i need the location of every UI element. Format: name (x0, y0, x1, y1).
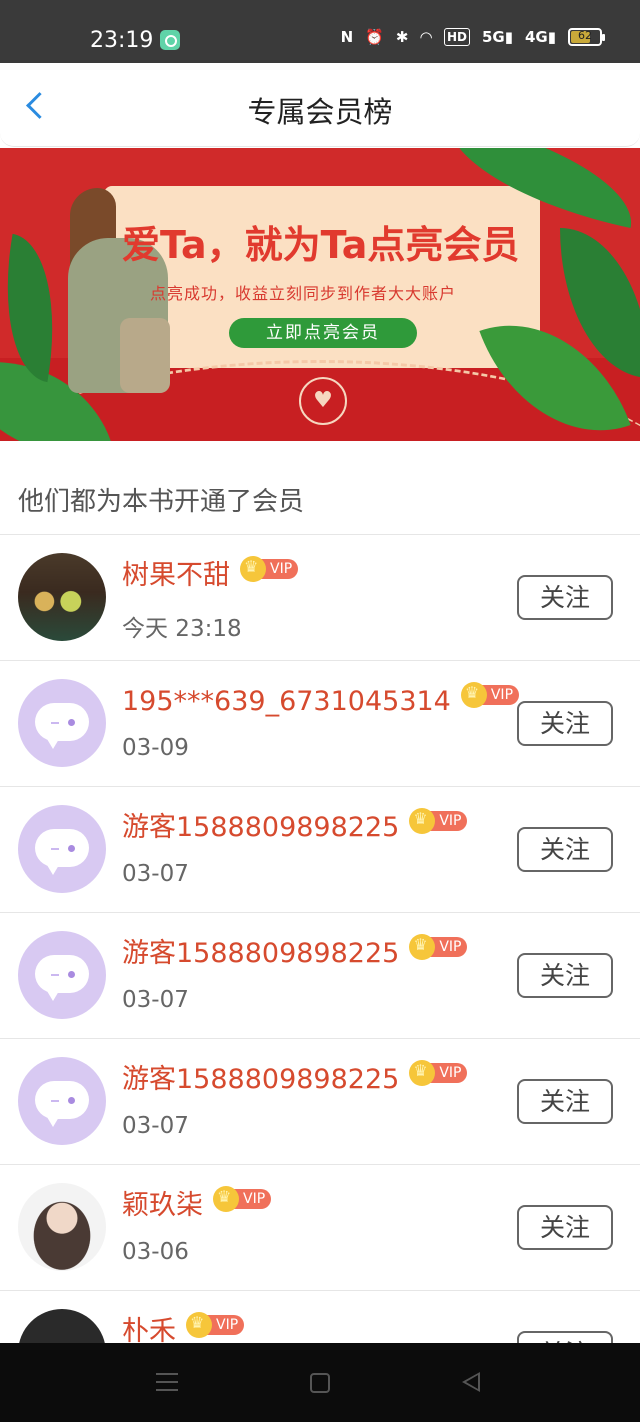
follow-button[interactable]: 关注 (517, 701, 613, 746)
system-nav-bar (0, 1343, 640, 1422)
member-date: 03-07 (122, 861, 189, 887)
battery-level: 62 (578, 29, 592, 42)
promo-banner[interactable]: 爱Ta，就为Ta点亮会员 点亮成功，收益立刻同步到作者大大账户 立即点亮会员 ♥ (0, 148, 640, 441)
member-name: 颖玖柒 (122, 1190, 203, 1221)
wifi-icon: ◠ (420, 28, 432, 46)
banner-subtitle: 点亮成功，收益立刻同步到作者大大账户 (150, 284, 457, 303)
name-line: 颖玖柒 VIP (122, 1186, 272, 1223)
crown-icon (186, 1312, 212, 1338)
avatar[interactable] (18, 931, 106, 1019)
follow-button[interactable]: 关注 (517, 1079, 613, 1124)
member-date: 今天 23:18 (122, 616, 242, 642)
avatar[interactable] (18, 1057, 106, 1145)
member-date: 03-09 (122, 735, 189, 761)
avatar[interactable] (18, 805, 106, 893)
member-name: 树果不甜 (122, 560, 230, 591)
alarm-icon: ⏰ (365, 28, 384, 46)
vip-badge: VIP (409, 1060, 468, 1086)
signal-4g-icon: 4G▮ (524, 28, 556, 46)
bluetooth-icon: ✱ (395, 28, 409, 46)
list-item[interactable]: 游客1588809898225 VIP 03-07 关注 (0, 1039, 640, 1165)
follow-button[interactable]: 关注 (517, 575, 613, 620)
status-time: 23:19 (90, 28, 154, 53)
vip-label: VIP (429, 1063, 468, 1083)
chat-bubble-icon (35, 1081, 89, 1127)
section-header: 他们都为本书开通了会员 (0, 441, 640, 535)
name-line: 树果不甜 VIP (122, 556, 299, 593)
nfc-icon: N (340, 28, 354, 46)
follow-button[interactable]: 关注 (517, 1205, 613, 1250)
name-line: 游客1588809898225 VIP (122, 808, 468, 845)
vip-badge: VIP (240, 556, 299, 582)
chat-bubble-icon (35, 703, 89, 749)
signal-5g-icon: 5G▮ (481, 28, 513, 46)
vip-label: VIP (429, 937, 468, 957)
crown-icon (213, 1186, 239, 1212)
vip-badge: VIP (213, 1186, 272, 1212)
vip-badge: VIP (186, 1312, 245, 1338)
follow-button[interactable]: 关注 (517, 827, 613, 872)
list-item[interactable]: 树果不甜 VIP 今天 23:18 关注 (0, 535, 640, 661)
chat-bubble-icon (35, 829, 89, 875)
name-line: 游客1588809898225 VIP (122, 934, 468, 971)
member-list: 树果不甜 VIP 今天 23:18 关注 195***639_673104531… (0, 535, 640, 1417)
hd-icon: HD (443, 28, 470, 46)
status-bar: 23:19 N ⏰ ✱ ◠ HD 5G▮ 4G▮ 62 (0, 0, 640, 63)
back-triangle-icon[interactable] (462, 1372, 480, 1392)
list-item[interactable]: 颖玖柒 VIP 03-06 关注 (0, 1165, 640, 1291)
page-title: 专属会员榜 (247, 95, 393, 129)
list-item[interactable]: 195***639_6731045314 VIP 03-09 关注 (0, 661, 640, 787)
signal-5g-label: 5G (481, 28, 505, 46)
member-date: 03-06 (122, 1239, 189, 1265)
crown-icon (460, 682, 487, 708)
follow-button[interactable]: 关注 (517, 953, 613, 998)
heart-seal-icon: ♥ (299, 377, 347, 425)
name-line: 195***639_6731045314 VIP (122, 682, 520, 719)
home-icon[interactable] (310, 1373, 330, 1393)
girl-illustration-skirt (120, 318, 170, 393)
banner-title: 爱Ta，就为Ta点亮会员 (122, 223, 520, 267)
member-name: 游客1588809898225 (122, 1064, 400, 1095)
battery-icon: 62 (568, 28, 605, 46)
avatar[interactable] (18, 1183, 106, 1271)
light-up-membership-button[interactable]: 立即点亮会员 (229, 318, 417, 348)
member-name: 游客1588809898225 (122, 812, 400, 843)
status-icons: N ⏰ ✱ ◠ HD 5G▮ 4G▮ 62 (340, 28, 605, 46)
chat-bubble-icon (35, 955, 89, 1001)
vip-badge: VIP (460, 682, 520, 708)
vip-badge: VIP (409, 934, 468, 960)
member-name: 游客1588809898225 (122, 938, 400, 969)
list-item[interactable]: 游客1588809898225 VIP 03-07 关注 (0, 913, 640, 1039)
list-item[interactable]: 游客1588809898225 VIP 03-07 关注 (0, 787, 640, 913)
member-date: 03-07 (122, 987, 189, 1013)
avatar[interactable] (18, 553, 106, 641)
menu-icon[interactable] (156, 1373, 178, 1391)
vip-label: VIP (429, 811, 468, 831)
signal-4g-label: 4G (524, 28, 548, 46)
app-notification-icon (160, 30, 180, 50)
crown-icon (240, 556, 266, 582)
name-line: 游客1588809898225 VIP (122, 1060, 468, 1097)
member-name: 195***639_6731045314 (122, 686, 451, 717)
member-date: 03-07 (122, 1113, 189, 1139)
vip-badge: VIP (409, 808, 468, 834)
avatar[interactable] (18, 679, 106, 767)
section-label: 他们都为本书开通了会员 (18, 487, 305, 517)
app-header: 专属会员榜 (0, 63, 640, 147)
